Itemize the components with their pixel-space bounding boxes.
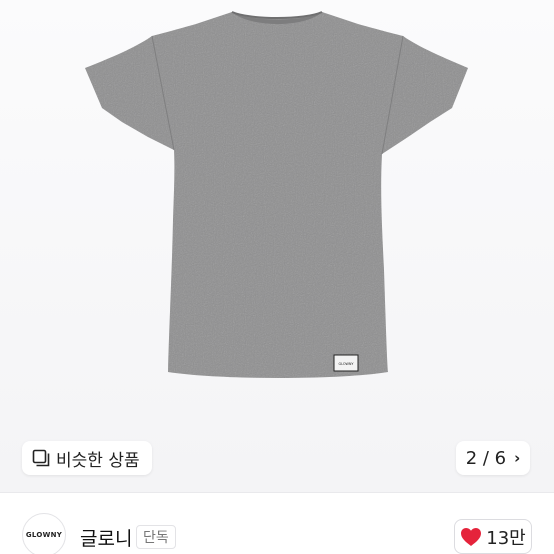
chevron-right-icon: › (514, 449, 521, 467)
similar-products-button[interactable]: 비슷한 상품 (22, 441, 152, 475)
image-page-counter[interactable]: 2 / 6 › (456, 441, 530, 475)
similar-items-icon (32, 449, 50, 467)
image-counter-text: 2 / 6 (465, 447, 507, 469)
exclusive-badge: 단독 (136, 525, 176, 549)
product-image: GLOWNY (85, 11, 468, 378)
brand-label-text: GLOWNY (338, 362, 354, 366)
heart-icon (461, 527, 482, 546)
like-count: 13만 (486, 527, 526, 549)
product-image-area[interactable]: GLOWNY 비슷한 상품 2 / 6 › (0, 0, 554, 492)
like-button[interactable]: 13만 (454, 519, 532, 554)
similar-products-label: 비슷한 상품 (56, 450, 140, 471)
brand-name[interactable]: 글로니 (80, 524, 132, 551)
brand-logo-text: GLOWNY (25, 531, 63, 539)
tshirt-body (85, 12, 468, 378)
brand-logo[interactable]: GLOWNY (22, 513, 66, 554)
product-detail-screen: GLOWNY 비슷한 상품 2 / 6 › GLOWNY 글로니 단독 13만 (0, 0, 554, 554)
